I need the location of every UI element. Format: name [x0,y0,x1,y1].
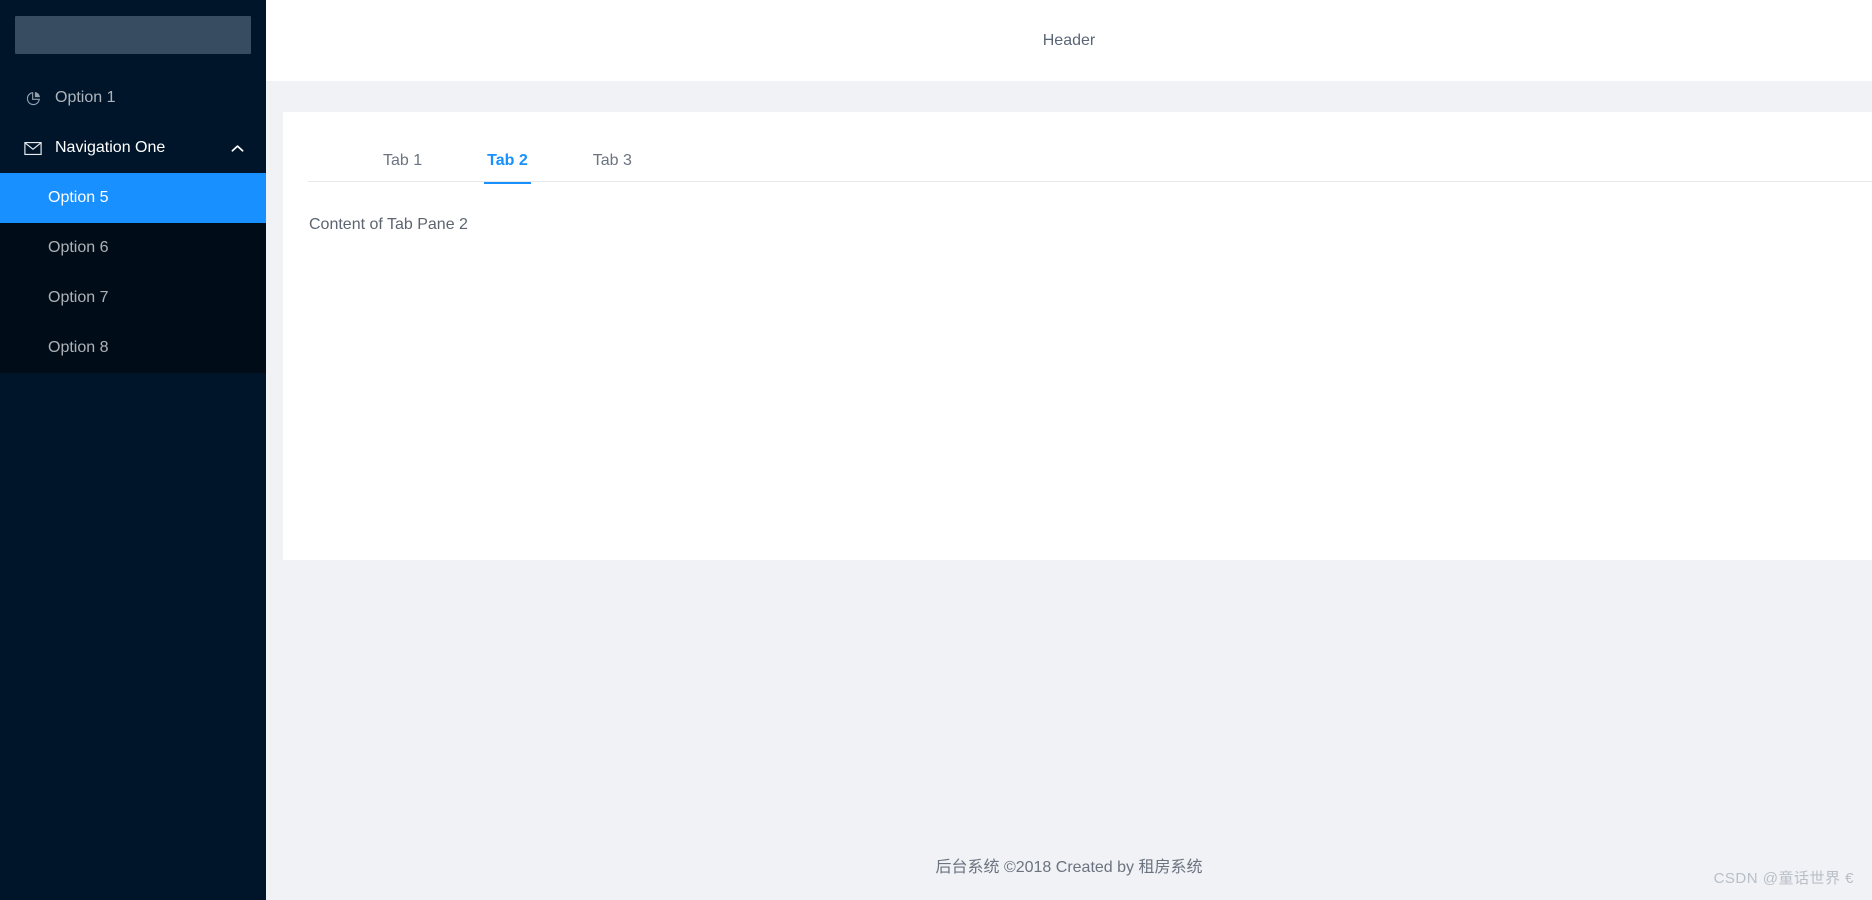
tab-pane-text: Content of Tab Pane 2 [309,216,468,233]
footer-text: 后台系统 ©2018 Created by 租房系统 [935,859,1203,876]
sidebar-item-option-6[interactable]: Option 6 [0,223,266,273]
logo-placeholder[interactable] [15,16,251,54]
tab-bar-divider [308,181,1872,182]
tabs-card: Tab 1 Tab 2 Tab 3 Content of Tab Pane 2 [283,112,1872,560]
sidebar-subitem-label: Option 7 [48,289,109,306]
page-footer: 后台系统 ©2018 Created by 租房系统 [266,830,1872,900]
tab-label: Tab 2 [487,152,528,169]
app-root: Option 1 Navigation One Option 5 Option … [0,0,1872,900]
watermark: CSDN @童话世界 € [1713,870,1854,887]
mail-icon [24,139,42,157]
sidebar-item-label: Option 1 [55,89,116,106]
sidebar-item-option-7[interactable]: Option 7 [0,273,266,323]
sidebar-subitem-label: Option 5 [48,189,109,206]
main-region: Header Tab 1 Tab 2 Tab 3 Content of Tab … [266,0,1872,900]
sidebar-submenu-navigation-one[interactable]: Navigation One [0,123,266,173]
page-header: Header [266,0,1872,81]
tab-list: Tab 1 Tab 2 Tab 3 [383,152,697,184]
sidebar-subitem-label: Option 6 [48,239,109,256]
page-title: Header [1042,31,1096,49]
tab-pane-content: Content of Tab Pane 2 [283,182,1872,234]
sidebar-item-option-1[interactable]: Option 1 [0,73,266,123]
pie-chart-icon [24,89,42,107]
sidebar-item-option-5[interactable]: Option 5 [0,173,266,223]
sidebar-submenu-list: Option 5 Option 6 Option 7 Option 8 [0,173,266,373]
tab-label: Tab 1 [383,152,423,169]
sidebar-menu: Option 1 Navigation One Option 5 Option … [0,73,266,373]
tab-bar: Tab 1 Tab 2 Tab 3 [283,112,1872,184]
tab-2[interactable]: Tab 2 [484,152,531,184]
sidebar-item-option-8[interactable]: Option 8 [0,323,266,373]
tab-label: Tab 3 [592,152,632,169]
tab-1[interactable]: Tab 1 [383,152,422,182]
sidebar-submenu-label: Navigation One [55,139,166,156]
tab-3[interactable]: Tab 3 [593,152,632,182]
sidebar-subitem-label: Option 8 [48,339,109,356]
content-area: Tab 1 Tab 2 Tab 3 Content of Tab Pane 2 [266,81,1872,830]
sidebar: Option 1 Navigation One Option 5 Option … [0,0,266,900]
chevron-up-icon[interactable] [230,141,244,155]
